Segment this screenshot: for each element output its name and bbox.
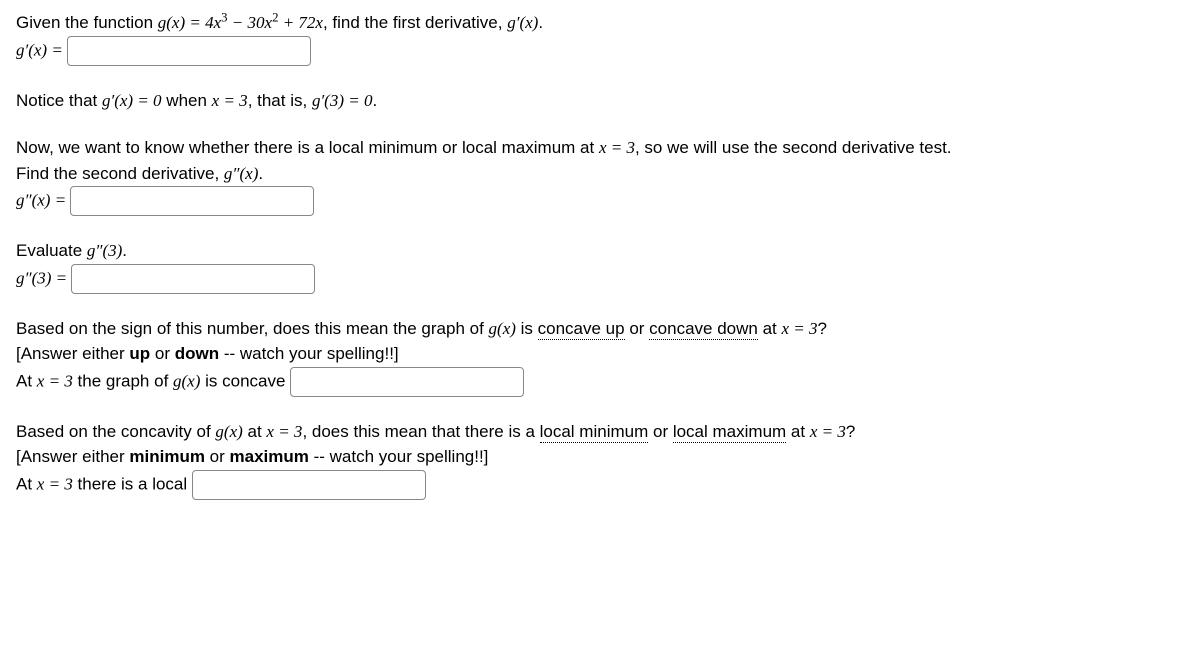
q4-a3: the graph of (73, 371, 173, 390)
notice-text: Notice that g′(x) = 0 when x = 3, that i… (16, 88, 1184, 114)
q5-h5: -- watch your spelling!!] (309, 447, 489, 466)
evaluate-input[interactable] (71, 264, 315, 294)
q5-l1i: ? (846, 422, 855, 441)
q5-l1b: g(x) (215, 422, 242, 441)
q2-l1c: , so we will use the second derivative t… (635, 138, 952, 157)
q4-h4: down (175, 344, 219, 363)
q3-l1c: . (122, 241, 127, 260)
notice-p5: , that is, (248, 91, 312, 110)
q3-l1b: g″(3) (87, 241, 122, 260)
q5-h3: or (205, 447, 230, 466)
q5-a1: At (16, 474, 37, 493)
question-local-extremum: Based on the concavity of g(x) at x = 3,… (16, 419, 1184, 500)
q1-deriv-notation: g′(x) (507, 13, 538, 32)
q2-l1a: Now, we want to know whether there is a … (16, 138, 599, 157)
q5-a3: there is a local (73, 474, 192, 493)
q2-answer-label: g″(x) = (16, 190, 70, 209)
q5-l1d: x = 3 (266, 422, 302, 441)
q2-prompt2: Find the second derivative, g″(x). (16, 161, 1184, 187)
q4-a1: At (16, 371, 37, 390)
q5-hint: [Answer either minimum or maximum -- wat… (16, 444, 1184, 470)
q5-local-maximum: local maximum (673, 422, 786, 443)
first-derivative-input[interactable] (67, 36, 311, 66)
question-second-derivative: Now, we want to know whether there is a … (16, 135, 1184, 216)
q4-l1c: is (516, 319, 538, 338)
q2-l2a: Find the second derivative, (16, 164, 224, 183)
notice-p2: g′(x) = 0 (102, 91, 162, 110)
q1-text-suffix: , find the first derivative, (323, 13, 507, 32)
question-first-derivative: Given the function g(x) = 4x3 − 30x2 + 7… (16, 10, 1184, 66)
notice-p4: x = 3 (212, 91, 248, 110)
notice-p3: when (162, 91, 212, 110)
q2-l2b: g″(x) (224, 164, 258, 183)
notice-p1: Notice that (16, 91, 102, 110)
q5-h1: [Answer either (16, 447, 129, 466)
q5-l1h: x = 3 (810, 422, 846, 441)
q1-prompt: Given the function g(x) = 4x3 − 30x2 + 7… (16, 10, 1184, 36)
q4-l1b: g(x) (489, 319, 516, 338)
q4-h5: -- watch your spelling!!] (219, 344, 399, 363)
q5-l1g: at (786, 422, 810, 441)
q5-a2: x = 3 (37, 474, 73, 493)
q5-answer-row: At x = 3 there is a local (16, 470, 1184, 500)
q1-text-prefix: Given the function (16, 13, 158, 32)
q2-l2c: . (258, 164, 263, 183)
q4-l1f: x = 3 (781, 319, 817, 338)
q5-h4: maximum (230, 447, 309, 466)
q2-answer-row: g″(x) = (16, 186, 1184, 216)
q4-h1: [Answer either (16, 344, 129, 363)
q3-l1a: Evaluate (16, 241, 87, 260)
q4-prompt: Based on the sign of this number, does t… (16, 316, 1184, 342)
q4-a2: x = 3 (37, 371, 73, 390)
q4-answer-row: At x = 3 the graph of g(x) is concave (16, 367, 1184, 397)
q4-h3: or (150, 344, 175, 363)
q5-l1e: , does this mean that there is a (302, 422, 539, 441)
q1-function: g(x) = 4x3 − 30x2 + 72x (158, 13, 323, 32)
q1-answer-label: g′(x) = (16, 40, 67, 59)
question-concavity: Based on the sign of this number, does t… (16, 316, 1184, 397)
q4-h2: up (129, 344, 150, 363)
q5-l1c: at (243, 422, 267, 441)
q1-answer-row: g′(x) = (16, 36, 1184, 66)
q2-l1b: x = 3 (599, 138, 635, 157)
q4-l1d: or (625, 319, 650, 338)
q3-prompt: Evaluate g″(3). (16, 238, 1184, 264)
q4-l1a: Based on the sign of this number, does t… (16, 319, 489, 338)
extremum-input[interactable] (192, 470, 426, 500)
q4-concave-down: concave down (649, 319, 758, 340)
q5-l1a: Based on the concavity of (16, 422, 215, 441)
q2-prompt: Now, we want to know whether there is a … (16, 135, 1184, 161)
q4-a4: g(x) (173, 371, 200, 390)
notice-p7: . (372, 91, 377, 110)
q4-hint: [Answer either up or down -- watch your … (16, 341, 1184, 367)
q5-h2: minimum (129, 447, 205, 466)
q5-local-minimum: local minimum (540, 422, 649, 443)
q4-l1g: ? (818, 319, 827, 338)
concavity-input[interactable] (290, 367, 524, 397)
q3-answer-label: g″(3) = (16, 268, 71, 287)
notice-p6: g′(3) = 0 (312, 91, 373, 110)
question-evaluate: Evaluate g″(3). g″(3) = (16, 238, 1184, 294)
q5-prompt: Based on the concavity of g(x) at x = 3,… (16, 419, 1184, 445)
q1-period: . (538, 13, 543, 32)
q5-l1f: or (648, 422, 673, 441)
q3-answer-row: g″(3) = (16, 264, 1184, 294)
q4-concave-up: concave up (538, 319, 625, 340)
q4-l1e: at (758, 319, 782, 338)
second-derivative-input[interactable] (70, 186, 314, 216)
q4-a5: is concave (200, 371, 290, 390)
